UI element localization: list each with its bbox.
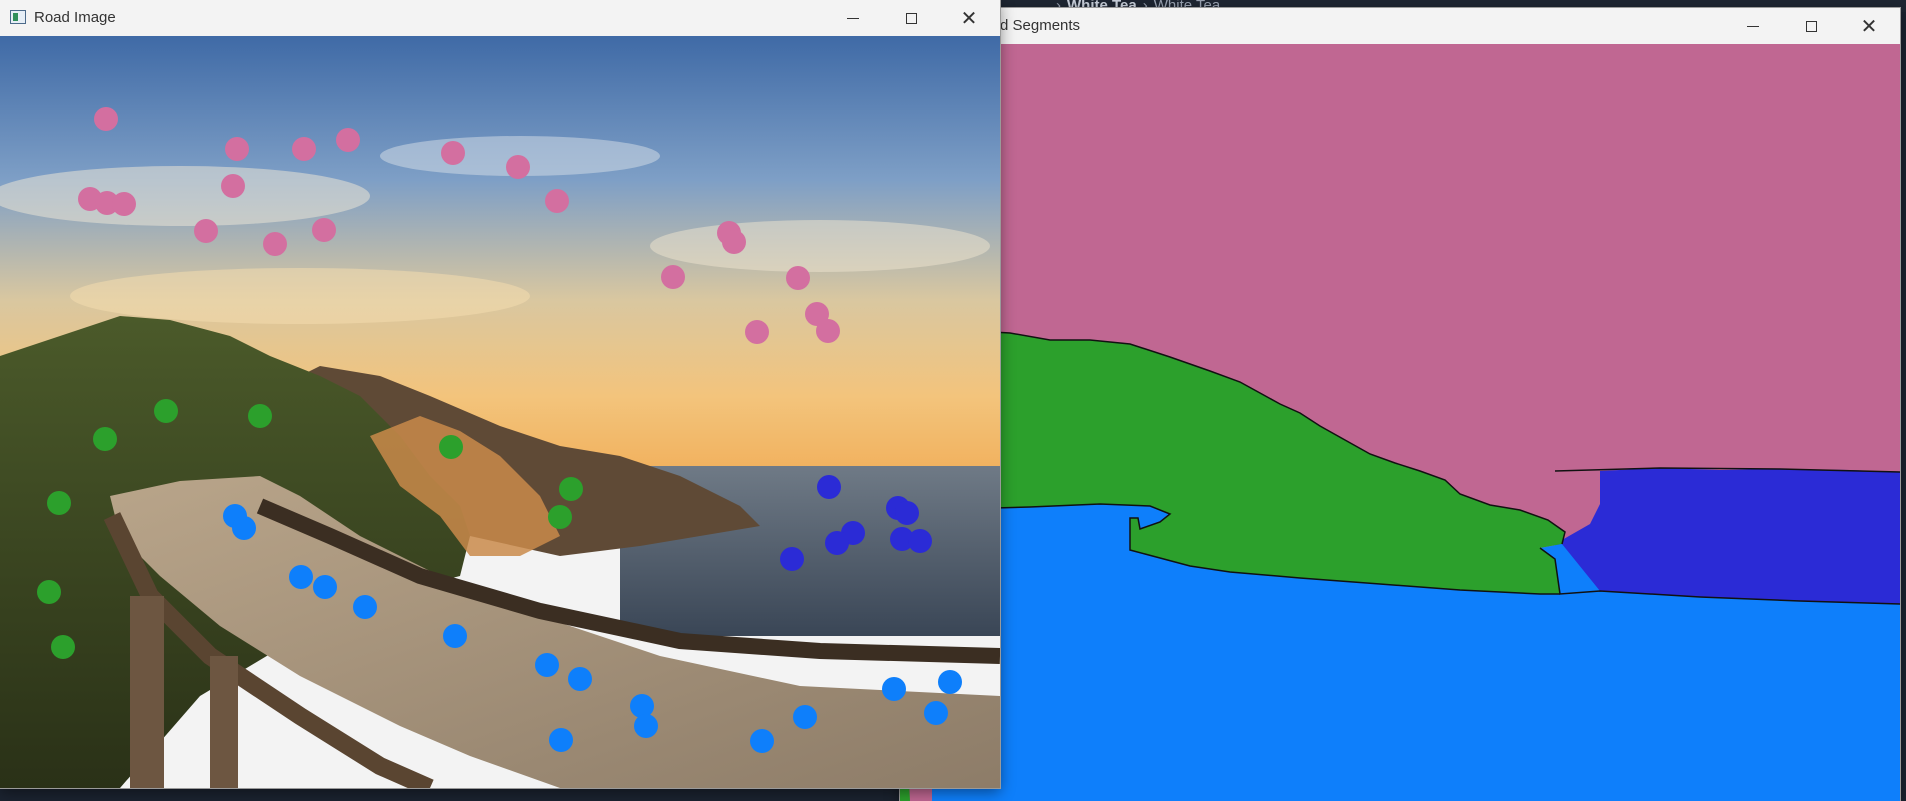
road-marker[interactable]: [289, 565, 313, 589]
sky-marker[interactable]: [506, 155, 530, 179]
sky-marker[interactable]: [94, 107, 118, 131]
road-marker[interactable]: [443, 624, 467, 648]
sky-marker[interactable]: [312, 218, 336, 242]
sky-marker[interactable]: [545, 189, 569, 213]
mountain-marker[interactable]: [93, 427, 117, 451]
mountain-marker[interactable]: [51, 635, 75, 659]
mountain-marker[interactable]: [37, 580, 61, 604]
mountain-marker[interactable]: [248, 404, 272, 428]
road-marker[interactable]: [938, 670, 962, 694]
road-marker[interactable]: [313, 575, 337, 599]
ocean-marker[interactable]: [780, 547, 804, 571]
photo-cloud: [0, 166, 370, 226]
sky-marker[interactable]: [661, 265, 685, 289]
app-window-icon: [10, 10, 26, 24]
segments-titlebar[interactable]: d Segments ✕: [900, 8, 1900, 44]
sky-marker[interactable]: [786, 266, 810, 290]
road-marker[interactable]: [750, 729, 774, 753]
sky-marker[interactable]: [292, 137, 316, 161]
minimize-icon: [1747, 25, 1759, 27]
photo-cloud: [650, 220, 990, 272]
photo-bridge-pier: [210, 656, 238, 788]
maximize-icon: [1805, 20, 1817, 32]
mountain-marker[interactable]: [559, 477, 583, 501]
road-marker[interactable]: [232, 516, 256, 540]
road-image-canvas[interactable]: [0, 36, 1000, 788]
sky-marker[interactable]: [722, 230, 746, 254]
minimize-button[interactable]: [824, 0, 882, 36]
road-marker[interactable]: [634, 714, 658, 738]
road-marker[interactable]: [882, 677, 906, 701]
road-marker[interactable]: [630, 694, 654, 718]
road-marker[interactable]: [353, 595, 377, 619]
maximize-button[interactable]: [882, 0, 940, 36]
maximize-icon: [905, 12, 917, 24]
sky-marker[interactable]: [745, 320, 769, 344]
road-marker[interactable]: [924, 701, 948, 725]
road-marker[interactable]: [549, 728, 573, 752]
sky-marker[interactable]: [221, 174, 245, 198]
close-button[interactable]: ✕: [940, 0, 998, 36]
road-marker[interactable]: [568, 667, 592, 691]
road-image-titlebar[interactable]: Road Image ✕: [0, 0, 1000, 36]
ocean-marker[interactable]: [908, 529, 932, 553]
maximize-button[interactable]: [1782, 8, 1840, 44]
segments-canvas[interactable]: [900, 44, 1900, 801]
close-icon: ✕: [960, 6, 978, 30]
sky-marker[interactable]: [225, 137, 249, 161]
ocean-marker[interactable]: [817, 475, 841, 499]
mountain-marker[interactable]: [548, 505, 572, 529]
segments-window[interactable]: d Segments ✕: [900, 8, 1900, 801]
ocean-marker[interactable]: [895, 501, 919, 525]
close-icon: ✕: [1860, 14, 1878, 38]
sky-marker[interactable]: [336, 128, 360, 152]
road-marker[interactable]: [793, 705, 817, 729]
minimize-icon: [847, 17, 859, 19]
segment-ocean: [1555, 468, 1900, 604]
sky-marker[interactable]: [441, 141, 465, 165]
sky-marker[interactable]: [194, 219, 218, 243]
sky-marker[interactable]: [263, 232, 287, 256]
mountain-marker[interactable]: [47, 491, 71, 515]
mountain-marker[interactable]: [439, 435, 463, 459]
sky-marker[interactable]: [816, 319, 840, 343]
road-image-window-title: Road Image: [34, 9, 116, 26]
mountain-marker[interactable]: [154, 399, 178, 423]
close-button[interactable]: ✕: [1840, 8, 1898, 44]
segments-window-title: d Segments: [1000, 17, 1081, 34]
ocean-marker[interactable]: [825, 531, 849, 555]
road-image-window[interactable]: Road Image ✕: [0, 0, 1000, 788]
minimize-button[interactable]: [1724, 8, 1782, 44]
photo-bridge-pier: [130, 596, 164, 788]
sky-marker[interactable]: [112, 192, 136, 216]
photo-cloud: [70, 268, 530, 324]
road-marker[interactable]: [535, 653, 559, 677]
